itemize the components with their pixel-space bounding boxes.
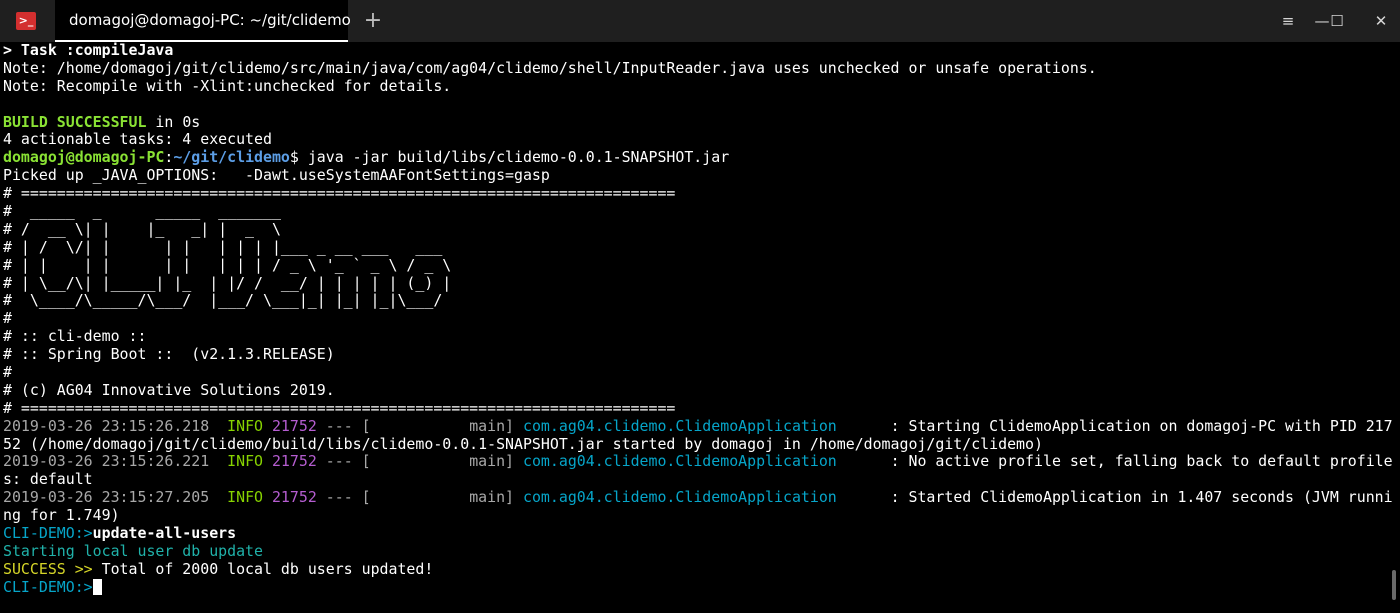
- terminal-text-segment: 2019-03-26 23:15:27.205: [3, 488, 210, 507]
- terminal-text-segment: BUILD SUCCESSFUL: [3, 112, 147, 131]
- terminal-text-segment: 2019-03-26 23:15:26.218: [3, 416, 210, 435]
- terminal-line: Note: Recompile with -Xlint:unchecked fo…: [3, 76, 1393, 96]
- terminal-text-segment: 21752: [263, 452, 317, 471]
- terminal-text-segment: : Started ClidemoApplication in 1.407 se…: [836, 488, 1393, 507]
- terminal-line: 2019-03-26 23:15:27.205 INFO 21752 --- […: [3, 488, 1393, 507]
- terminal-line: #: [3, 309, 1393, 328]
- terminal-text-segment: Starting local user db update: [3, 541, 263, 560]
- terminal-text-segment: CLI-DEMO:>: [3, 524, 93, 543]
- terminal-text-segment: 4 actionable tasks: 4 executed: [3, 130, 272, 149]
- terminal-text-segment: # / __ \| | |_ _| | _ \: [3, 219, 281, 238]
- close-icon[interactable]: ✕: [1366, 8, 1396, 34]
- terminal-text-segment: 2019-03-26 23:15:26.221: [3, 452, 210, 471]
- terminal-line: # | / \/| | | | | | | |___ _ __ ___ ___: [3, 237, 1393, 257]
- terminal-line: #: [3, 363, 1393, 382]
- terminal-line: 4 actionable tasks: 4 executed: [3, 131, 1393, 149]
- terminal-text-segment: # ======================================…: [3, 398, 676, 417]
- terminal-text-segment: s: default: [3, 470, 93, 489]
- terminal-line: BUILD SUCCESSFUL in 0s: [3, 112, 1393, 132]
- terminal-text-segment: :: [164, 148, 174, 167]
- terminal-line: > Task :compileJava: [3, 42, 1393, 60]
- terminal-text-segment: Picked up _JAVA_OPTIONS: -Dawt.useSystem…: [3, 166, 550, 185]
- terminal-line: CLI-DEMO:>update-all-users: [3, 524, 1393, 543]
- terminal-text-segment: --- [ main]: [316, 452, 515, 471]
- terminal-output[interactable]: > Task :compileJava Note: /home/domagoj/g…: [3, 42, 1393, 613]
- terminal-text-segment: com.ag04.clidemo.ClidemoApplication: [514, 452, 837, 471]
- terminal-text-segment: 52 (/home/domagoj/git/clidemo/build/libs…: [3, 434, 1043, 453]
- terminal-line: 52 (/home/domagoj/git/clidemo/build/libs…: [3, 434, 1393, 454]
- terminal-text-segment: # :: cli-demo ::: [3, 327, 147, 346]
- terminal-text-segment: # | \__/\| |_____| |_ | |/ / __/ | | | |…: [3, 273, 452, 292]
- terminal-line: CLI-DEMO:>: [3, 577, 1393, 597]
- terminal-line: 2019-03-26 23:15:26.221 INFO 21752 --- […: [3, 453, 1393, 471]
- terminal-line: # :: Spring Boot :: (v2.1.3.RELEASE): [3, 345, 1393, 364]
- terminal-text-segment: --- [ main]: [316, 488, 515, 507]
- terminal-text-segment: # :: Spring Boot :: (v2.1.3.RELEASE): [3, 345, 335, 364]
- terminal-text-segment: Total of 2000 local db users updated!: [92, 559, 434, 578]
- hamburger-menu-icon[interactable]: ≡: [1273, 8, 1303, 34]
- terminal-text-segment: SUCCESS >>: [3, 559, 93, 578]
- tab-terminal[interactable]: domagoj@domagoj-PC: ~/git/clidemo: [55, 0, 351, 42]
- terminal-line: Starting local user db update: [3, 541, 1393, 561]
- terminal-line: Note: /home/domagoj/git/clidemo/src/main…: [3, 58, 1393, 78]
- terminal-line: Picked up _JAVA_OPTIONS: -Dawt.useSystem…: [3, 166, 1393, 185]
- terminal-text-segment: domagoj@domagoj-PC: [3, 148, 165, 167]
- terminal-text-segment: INFO: [209, 452, 263, 471]
- title-bar: >_ domagoj@domagoj-PC: ~/git/clidemo + ≡…: [0, 0, 1400, 42]
- terminal-line: # :: cli-demo ::: [3, 327, 1393, 346]
- terminal-line: # | \__/\| |_____| |_ | |/ / __/ | | | |…: [3, 273, 1393, 293]
- terminal-text-segment: # | | | | | | | | | / _ \ '_ ` _ \ / _ \: [3, 255, 452, 274]
- terminal-text-segment: in 0s: [146, 112, 201, 131]
- terminal-app-icon: >_: [16, 12, 36, 30]
- terminal-text-segment: # (c) AG04 Innovative Solutions 2019.: [3, 380, 335, 399]
- terminal-text-segment: : Starting ClidemoApplication on domagoj…: [836, 416, 1393, 435]
- maximize-icon[interactable]: ☐: [1322, 8, 1352, 34]
- terminal-text-segment: ng for 1.749): [3, 506, 120, 525]
- terminal-line: # ======================================…: [3, 184, 1393, 203]
- terminal-line: ng for 1.749): [3, 506, 1393, 525]
- terminal-text-segment: --- [ main]: [316, 416, 515, 435]
- terminal-text-segment: com.ag04.clidemo.ClidemoApplication: [514, 488, 837, 507]
- terminal-text-segment: INFO: [209, 416, 263, 435]
- text-cursor: [92, 578, 102, 595]
- terminal-text-segment: $ java -jar build/libs/clidemo-0.0.1-SNA…: [289, 148, 730, 167]
- terminal-line: # (c) AG04 Innovative Solutions 2019.: [3, 380, 1393, 400]
- terminal-line: # / __ \| | |_ _| | _ \: [3, 219, 1393, 239]
- terminal-text-segment: com.ag04.clidemo.ClidemoApplication: [514, 416, 837, 435]
- terminal-text-segment: update-all-users: [92, 524, 237, 543]
- terminal-text-segment: # _____ _ _____ _______: [3, 202, 281, 221]
- terminal-line: SUCCESS >> Total of 2000 local db users …: [3, 559, 1393, 579]
- terminal-text-segment: : No active profile set, falling back to…: [836, 452, 1393, 471]
- terminal-line: # \____/\_____/\___/ |___/ \___|_| |_| |…: [3, 292, 1393, 310]
- terminal-text-segment: INFO: [209, 488, 263, 507]
- terminal-line: domagoj@domagoj-PC:~/git/clidemo$ java -…: [3, 148, 1393, 167]
- terminal-line: # ======================================…: [3, 398, 1393, 418]
- terminal-text-segment: # ======================================…: [3, 184, 676, 203]
- terminal-text-segment: Note: /home/domagoj/git/clidemo/src/main…: [3, 58, 1097, 77]
- terminal-text-segment: # \____/\_____/\___/ |___/ \___|_| |_| |…: [3, 291, 443, 310]
- terminal-text-segment: 21752: [263, 488, 317, 507]
- terminal-text-segment: 21752: [263, 416, 317, 435]
- terminal-text-segment: #: [3, 363, 12, 382]
- terminal-text-segment: Note: Recompile with -Xlint:unchecked fo…: [3, 76, 452, 95]
- terminal-text-segment: # | / \/| | | | | | | |___ _ __ ___ ___: [3, 237, 443, 256]
- scrollbar-thumb[interactable]: [1392, 570, 1396, 600]
- terminal-text-segment: #: [3, 309, 12, 328]
- terminal-line: # _____ _ _____ _______: [3, 202, 1393, 221]
- terminal-text-segment: CLI-DEMO:>: [3, 577, 93, 596]
- new-tab-plus-icon[interactable]: +: [358, 8, 388, 34]
- terminal-text-segment: ~/git/clidemo: [173, 148, 290, 167]
- terminal-line: s: default: [3, 470, 1393, 489]
- tab-title: domagoj@domagoj-PC: ~/git/clidemo: [69, 11, 351, 29]
- terminal-line: # | | | | | | | | | / _ \ '_ ` _ \ / _ \: [3, 255, 1393, 275]
- terminal-line: 2019-03-26 23:15:26.218 INFO 21752 --- […: [3, 416, 1393, 436]
- terminal-text-segment: > Task :compileJava: [3, 42, 174, 59]
